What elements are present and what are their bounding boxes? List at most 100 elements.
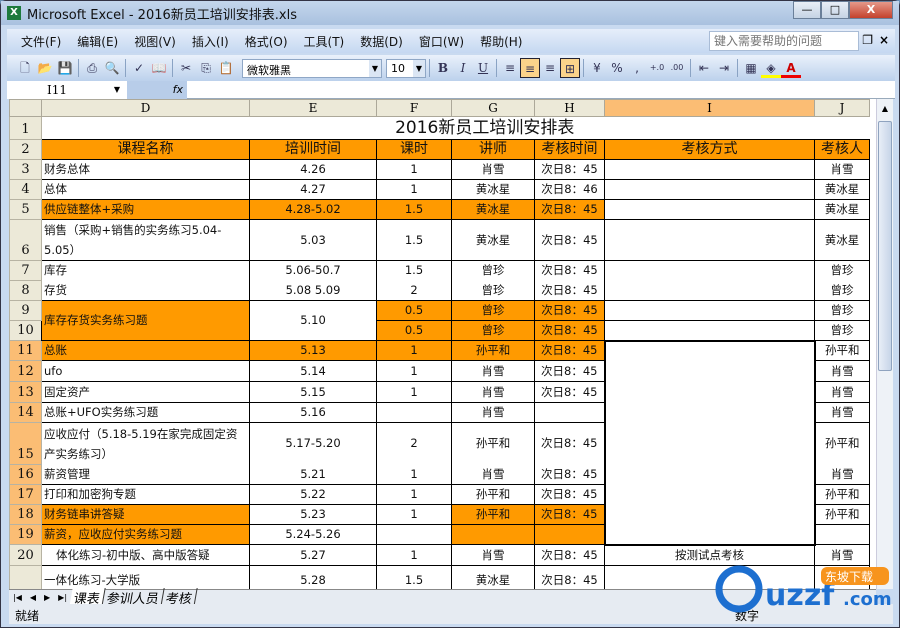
cut-icon[interactable]: ✂ [176, 58, 196, 78]
name-box[interactable]: I11 ▼ [7, 81, 127, 99]
cell[interactable]: 库存存货实务练习题 [41, 300, 250, 341]
cell[interactable]: 孙平和 [451, 484, 535, 505]
sheet-title[interactable]: 2016新员工培训安排表 [42, 117, 870, 140]
cell[interactable] [604, 159, 815, 180]
cell[interactable]: 1.5 [376, 199, 452, 220]
prev-sheet-icon[interactable]: ◀ [30, 593, 36, 602]
increase-decimal-button[interactable]: +.0 [647, 58, 667, 78]
last-sheet-icon[interactable]: ▶| [58, 593, 67, 602]
cell[interactable]: 孙平和 [814, 422, 870, 465]
cell[interactable]: 1 [376, 381, 452, 403]
italic-button[interactable]: I [453, 58, 473, 78]
bold-button[interactable]: B [433, 58, 453, 78]
column-header-F[interactable]: F [376, 99, 452, 117]
cell[interactable]: 黄冰星 [814, 179, 870, 200]
cell[interactable] [604, 280, 815, 301]
cell[interactable]: 5.13 [249, 340, 377, 361]
underline-button[interactable]: U [473, 58, 493, 78]
cell[interactable]: 5.27 [249, 544, 377, 566]
print-icon[interactable]: ⎙ [82, 58, 102, 78]
cell[interactable]: 5.28 [249, 565, 377, 589]
row-header[interactable]: 15 [9, 422, 42, 465]
cell[interactable] [604, 219, 815, 261]
align-left-icon[interactable]: ≡ [500, 58, 520, 78]
cell[interactable]: 肖雪 [451, 402, 535, 423]
menu-item-0[interactable]: 文件(F) [21, 33, 61, 50]
cell[interactable]: 总账 [41, 340, 250, 361]
spelling-icon[interactable]: ✓ [129, 58, 149, 78]
cell[interactable] [376, 524, 452, 545]
cell[interactable]: 次日8：45 [534, 484, 605, 505]
cell[interactable]: 5.08 5.09 [249, 280, 377, 301]
cell[interactable]: 供应链整体+采购 [41, 199, 250, 220]
column-title[interactable]: 培训时间 [249, 139, 377, 160]
row-header[interactable] [9, 565, 42, 589]
cell[interactable]: 次日8：45 [534, 504, 605, 525]
align-right-icon[interactable]: ≡ [540, 58, 560, 78]
cell[interactable]: 打印和加密狗专题 [41, 484, 250, 505]
cell[interactable] [814, 524, 870, 545]
cell[interactable]: 次日8：45 [534, 422, 605, 465]
cell[interactable]: 5.21 [249, 464, 377, 485]
cell[interactable]: 孙平和 [814, 504, 870, 525]
row-header[interactable]: 6 [9, 219, 42, 261]
font-color-button[interactable]: A [781, 58, 801, 78]
row-header[interactable]: 13 [9, 381, 42, 403]
cell[interactable]: 固定资产 [41, 381, 250, 403]
open-icon[interactable]: 📂 [35, 58, 55, 78]
column-header-I[interactable]: I [604, 99, 815, 117]
cell[interactable]: 应收应付（5.18-5.19在家完成固定资产实务练习） [41, 422, 250, 465]
row-header[interactable]: 9 [9, 300, 42, 321]
cell[interactable]: 肖雪 [814, 381, 870, 403]
cell[interactable]: 1 [376, 464, 452, 485]
cell[interactable]: 2 [376, 422, 452, 465]
cell[interactable]: 财务总体 [41, 159, 250, 180]
fx-icon[interactable]: fx [127, 81, 187, 99]
cell[interactable]: 孙平和 [814, 484, 870, 505]
row-header[interactable]: 1 [9, 116, 42, 140]
column-title[interactable]: 讲师 [451, 139, 535, 160]
cell[interactable]: 5.17-5.20 [249, 422, 377, 465]
print-preview-icon[interactable]: 🔍 [102, 58, 122, 78]
cell[interactable]: 肖雪 [451, 360, 535, 382]
column-title[interactable]: 考核时间 [534, 139, 605, 160]
cell[interactable]: 黄冰星 [451, 565, 535, 589]
cell[interactable]: 曾珍 [814, 260, 870, 281]
comma-button[interactable]: , [627, 58, 647, 78]
cell[interactable]: 1 [376, 360, 452, 382]
cell[interactable]: 次日8：45 [534, 300, 605, 321]
row-header[interactable]: 5 [9, 199, 42, 220]
menu-item-6[interactable]: 数据(D) [360, 33, 403, 50]
align-center-icon[interactable]: ≡ [520, 58, 540, 78]
row-header[interactable]: 18 [9, 504, 42, 525]
cell[interactable]: 黄冰星 [451, 219, 535, 261]
cell[interactable] [534, 524, 605, 545]
percent-button[interactable]: % [607, 58, 627, 78]
cell[interactable]: 黄冰星 [814, 199, 870, 220]
column-title[interactable]: 课时 [376, 139, 452, 160]
cell[interactable]: 肖雪 [451, 159, 535, 180]
cell[interactable]: 5.15 [249, 381, 377, 403]
menu-item-8[interactable]: 帮助(H) [480, 33, 522, 50]
menu-item-1[interactable]: 编辑(E) [77, 33, 118, 50]
cell[interactable] [604, 199, 815, 220]
worksheet-grid[interactable]: D E F G H I J 1 2016新员工培训安排表 2 课程名称 培训时间 课时 讲师 考核时间 考核方… [9, 99, 876, 589]
cell[interactable]: 次日8：45 [534, 199, 605, 220]
cell[interactable]: 5.24-5.26 [249, 524, 377, 545]
menu-item-2[interactable]: 视图(V) [134, 33, 176, 50]
cell[interactable]: 次日8：45 [534, 159, 605, 180]
scroll-thumb[interactable] [878, 121, 892, 371]
cell[interactable]: 肖雪 [814, 402, 870, 423]
maximize-button[interactable]: □ [821, 1, 849, 19]
paste-icon[interactable]: 📋 [216, 58, 236, 78]
cell[interactable] [603, 339, 816, 546]
column-title[interactable]: 考核人 [814, 139, 870, 160]
cell[interactable] [451, 524, 535, 545]
column-header-D[interactable]: D [41, 99, 250, 117]
column-header-E[interactable]: E [249, 99, 377, 117]
cell[interactable]: 黄冰星 [451, 179, 535, 200]
research-icon[interactable]: 📖 [149, 58, 169, 78]
column-title[interactable]: 课程名称 [41, 139, 250, 160]
row-header[interactable]: 10 [9, 320, 42, 341]
cell[interactable]: 次日8：45 [534, 260, 605, 281]
